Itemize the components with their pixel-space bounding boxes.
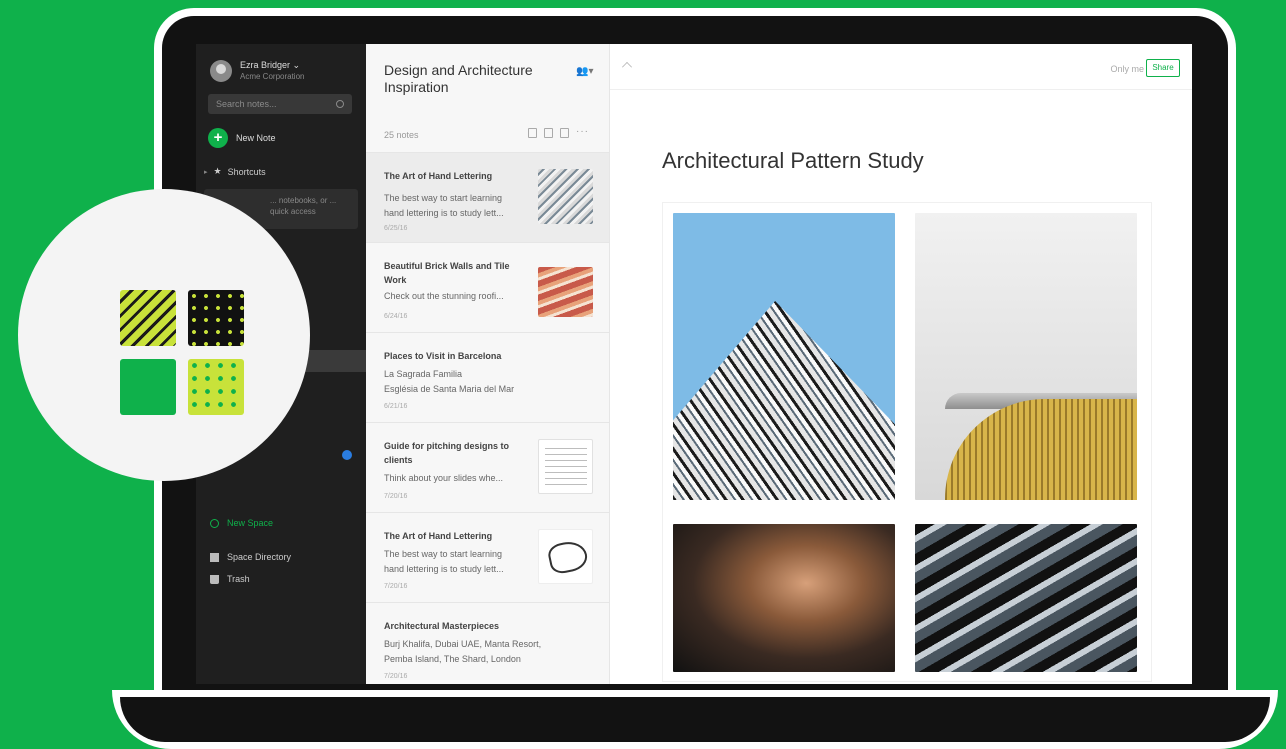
search-input[interactable]: Search notes... [208,94,352,114]
note-title: Architectural Masterpieces [384,621,500,631]
image-grid [662,202,1152,682]
share-button[interactable]: Share [1146,59,1180,77]
tag-icon[interactable] [528,128,537,138]
note-count: 25 notes [384,130,419,140]
app-window: Ezra Bridger ⌄ Acme Corporation Search n… [196,44,1192,684]
expand-icon[interactable] [622,62,632,72]
sort-icon[interactable] [560,128,569,138]
new-note-label: New Note [236,133,276,143]
pattern-tile-stripes [120,290,176,346]
note-editor: Only me Share Architectural Pattern Stud… [610,44,1192,684]
new-note-button[interactable]: + New Note [208,128,366,148]
view-options-icon[interactable] [544,128,553,138]
note-snippet: hand lettering is to study lett... [384,208,504,218]
editor-toolbar: Only me Share [610,44,1192,90]
laptop-base-inner [120,697,1270,742]
note-title: Guide for pitching designs to clients [384,441,509,465]
note-date: 7/20/16 [384,583,408,590]
trash-icon [210,574,219,584]
note-snippet: Check out the stunning roofi... [384,291,504,301]
note-list-tools: ··· [528,127,589,138]
sidebar-item-new-space[interactable]: New Space [210,518,273,528]
building-icon [210,552,219,562]
note-title: The Art of Hand Lettering [384,171,493,181]
note-title: Places to Visit in Barcelona [384,351,502,361]
note-title: Beautiful Brick Walls and Tile Work [384,261,510,285]
note-date: 6/25/16 [384,225,408,232]
note-snippet: La Sagrada Familia [384,369,463,379]
sidebar-item-trash[interactable]: Trash [210,574,250,584]
star-icon: ★ [213,166,222,176]
note-date: 6/24/16 [384,313,408,320]
pattern-tile-lime [188,359,244,415]
space-directory-label: Space Directory [227,552,292,562]
spaces-badge [18,189,310,481]
note-card[interactable]: Beautiful Brick Walls and Tile Work Chec… [366,242,609,332]
account-switcher[interactable]: Ezra Bridger ⌄ Acme Corporation [196,44,366,82]
note-thumbnail [538,529,593,584]
note-title-field[interactable]: Architectural Pattern Study [662,148,924,174]
image-metal-sculpture[interactable] [673,524,895,672]
search-icon [336,100,344,108]
pattern-tile-green [120,359,176,415]
sidebar-item-shortcuts[interactable]: ▸ ★ Shortcuts [204,166,366,177]
note-thumbnail [538,169,593,224]
note-card[interactable]: Guide for pitching designs to clients Th… [366,422,609,512]
note-snippet: Burj Khalifa, Dubai UAE, Manta Resort, [384,639,542,649]
note-snippet: hand lettering is to study lett... [384,564,504,574]
note-thumbnail [538,439,593,494]
note-card[interactable]: Places to Visit in Barcelona La Sagrada … [366,332,609,422]
new-space-icon [210,518,219,528]
pattern-tile-dots [188,290,244,346]
search-placeholder: Search notes... [216,99,277,109]
avatar [210,60,232,82]
notebook-title: Design and Architecture Inspiration [384,62,533,95]
note-card[interactable]: The Art of Hand Lettering The best way t… [366,512,609,602]
caret-right-icon: ▸ [204,168,208,176]
note-snippet: Pemba Island, The Shard, London [384,654,521,664]
note-snippet: The best way to start learning [384,549,503,559]
note-card[interactable]: The Art of Hand Lettering The best way t… [366,152,609,242]
note-title: The Art of Hand Lettering [384,531,493,541]
shortcuts-label: Shortcuts [227,166,266,177]
new-space-label: New Space [227,518,274,528]
image-diagonal-beams[interactable] [915,524,1137,672]
trash-label: Trash [227,574,250,584]
plus-icon: + [208,128,228,148]
note-snippet: Think about your slides whe... [384,473,504,483]
note-thumbnail [538,267,593,317]
note-list: Design and Architecture Inspiration 👥▾ 2… [366,44,610,684]
account-name: Ezra Bridger ⌄ [240,60,301,70]
note-card[interactable]: Architectural Masterpieces Burj Khalifa,… [366,602,609,684]
sharing-status: Only me [1110,64,1144,74]
note-date: 6/21/16 [384,403,408,410]
shared-users-icon[interactable]: 👥▾ [576,66,593,77]
note-date: 7/20/16 [384,673,408,680]
note-snippet: The best way to start learning [384,193,503,203]
sidebar-item-space-directory[interactable]: Space Directory [210,552,291,562]
note-snippet: Església de Santa Maria del Mar [384,384,515,394]
notification-dot [342,450,352,460]
more-icon[interactable]: ··· [576,127,589,138]
account-org: Acme Corporation [240,72,305,81]
note-date: 7/20/16 [384,493,408,500]
